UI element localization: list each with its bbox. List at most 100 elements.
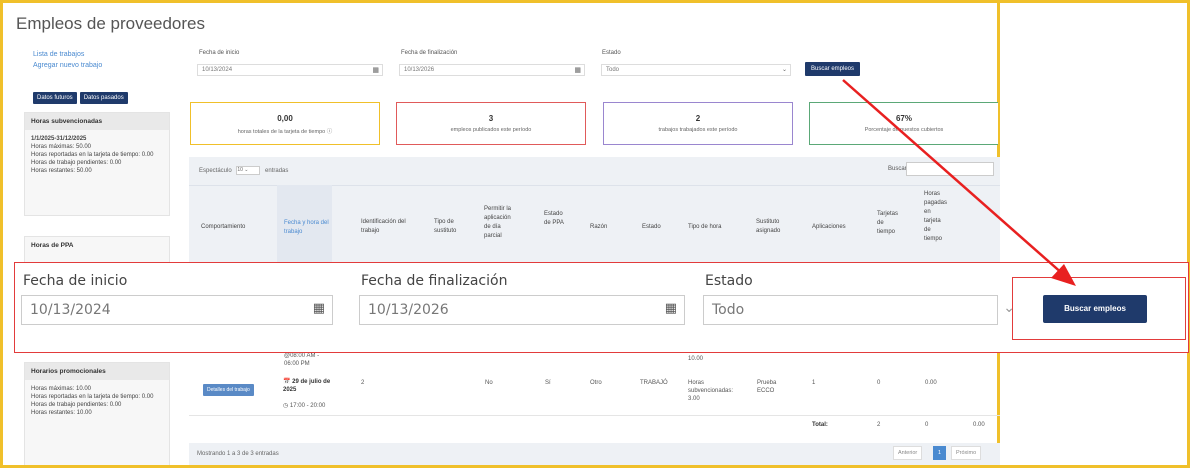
- cell-hour-type: Horas subvencionadas: 3.00: [688, 380, 734, 402]
- promo-pending: Horas de trabajo pendientes: 0.00: [31, 402, 122, 408]
- stat-label: Porcentaje de puestos cubiertos: [864, 127, 944, 133]
- state-label: Estado: [705, 273, 753, 289]
- subsidized-hours-box: Horas subvencionadas 1/1/2025-31/12/2025…: [24, 112, 170, 216]
- sidebar-buttons: Datos futuros Datos pasados: [33, 92, 128, 104]
- job-details-button[interactable]: Detalles del trabajo: [203, 384, 254, 396]
- cell-timecards: 0: [877, 380, 881, 386]
- end-date-input[interactable]: 10/13/2026 ▦: [359, 295, 685, 325]
- stat-value: 2: [695, 114, 701, 123]
- cell-partial: No: [485, 380, 493, 386]
- total-timecards: 2: [877, 422, 881, 428]
- ppa-hours-box: Horas de PPA: [24, 236, 170, 264]
- calendar-icon[interactable]: ▦: [574, 66, 581, 74]
- cell-job-id: 2: [361, 380, 365, 386]
- stat-card-jobs-worked: 2 trabajos trabajados este período: [603, 102, 793, 145]
- cell-state: TRABAJÓ: [640, 380, 668, 386]
- promo-hours-box: Horarios promocionales Horas máximas: 10…: [24, 362, 170, 466]
- col-date-time[interactable]: Fecha y hora del trabajo: [284, 219, 329, 237]
- state-value-small: Todo: [606, 67, 620, 73]
- chevron-down-icon: ⌄: [781, 67, 787, 73]
- stat-card-jobs-posted: 3 empleos publicados este período: [396, 102, 586, 145]
- col-job-id[interactable]: Identificación del trabajo: [361, 218, 411, 236]
- sidebar-link-add-job[interactable]: Agregar nuevo trabajo: [33, 60, 102, 71]
- total-paid: 0.00: [973, 422, 985, 428]
- start-date-input[interactable]: 10/13/2024 ▦: [21, 295, 333, 325]
- end-date-value-small: 10/13/2026: [404, 67, 435, 73]
- promo-max: Horas máximas: 10.00: [31, 386, 92, 392]
- subsidized-hours-dates: 1/1/2025-31/12/2025: [31, 136, 87, 142]
- cell-applications: 1: [812, 380, 816, 386]
- promo-hours-body: Horas máximas: 10.00 Horas reportadas en…: [25, 380, 169, 422]
- show-label: Espectáculo: [199, 168, 232, 175]
- info-icon[interactable]: ⓘ: [327, 129, 333, 135]
- page-title: Empleos de proveedores: [16, 14, 206, 33]
- table-search-input[interactable]: [906, 162, 994, 176]
- stat-value: 3: [488, 114, 494, 123]
- promo-hours-title: Horarios promocionales: [25, 363, 169, 380]
- subsidized-hours-body: 1/1/2025-31/12/2025 Horas máximas: 50.00…: [25, 130, 169, 180]
- entries-label: entradas: [265, 168, 289, 175]
- calendar-icon[interactable]: ▦: [665, 301, 677, 316]
- subsidized-hours-title: Horas subvencionadas: [25, 113, 169, 130]
- cell-hours-partial: 10.00: [688, 356, 704, 362]
- start-date-input-small[interactable]: 10/13/2024 ▦: [197, 64, 383, 76]
- total-label: Total:: [812, 422, 828, 428]
- col-hour-type[interactable]: Tipo de hora: [688, 223, 721, 232]
- state-label-small: Estado: [602, 50, 621, 56]
- total-apps: 0: [925, 422, 929, 428]
- start-date-value-small: 10/13/2024: [202, 67, 233, 73]
- stat-label: horas totales de la tarjeta de tiempo ⓘ: [237, 129, 333, 135]
- page-length-select[interactable]: 10 ⌄: [236, 166, 261, 175]
- stat-card-filled-percent: 67% Porcentaje de puestos cubiertos: [809, 102, 998, 145]
- col-behavior[interactable]: Comportamiento: [201, 223, 245, 232]
- past-data-button[interactable]: Datos pasados: [79, 92, 128, 104]
- stat-label: empleos publicados este período: [450, 127, 532, 133]
- end-date-label: Fecha de finalización: [361, 273, 508, 289]
- end-date-label-small: Fecha de finalización: [401, 50, 458, 56]
- end-date-input-small[interactable]: 10/13/2026 ▦: [399, 64, 585, 76]
- search-jobs-button[interactable]: Buscar empleos: [1043, 295, 1147, 323]
- future-data-button[interactable]: Datos futuros: [33, 92, 77, 104]
- start-date-label-small: Fecha de inicio: [199, 50, 240, 56]
- start-date-value: 10/13/2024: [30, 302, 111, 318]
- stat-value: 67%: [895, 114, 912, 123]
- cell-assigned[interactable]: Prueba ECCO: [757, 379, 791, 395]
- col-reason[interactable]: Razón: [590, 223, 607, 232]
- cell-reason: Otro: [590, 380, 602, 386]
- pagination-next[interactable]: Próximo: [951, 446, 982, 460]
- col-paid-hours[interactable]: Horas pagadas en tarjeta de tiempo: [924, 190, 948, 244]
- subsidized-remaining: Horas restantes: 50.00: [31, 168, 92, 174]
- col-partial-day[interactable]: Permitir la aplicación de día parcial: [484, 205, 518, 241]
- subsidized-pending: Horas de trabajo pendientes: 0.00: [31, 160, 122, 166]
- sidebar-link-job-list[interactable]: Lista de trabajos: [33, 49, 102, 60]
- col-state[interactable]: Estado: [642, 223, 661, 232]
- calendar-icon[interactable]: ▦: [372, 66, 379, 74]
- calendar-icon: 📅: [283, 379, 291, 385]
- zoomed-filter-panel: Fecha de inicio 10/13/2024 ▦ Fecha de fi…: [14, 262, 1189, 353]
- pagination-current[interactable]: 1: [933, 446, 947, 460]
- pagination-prev[interactable]: Anterior: [893, 446, 923, 460]
- ppa-hours-title: Horas de PPA: [25, 237, 169, 254]
- table-info: Mostrando 1 a 3 de 3 entradas: [197, 451, 279, 457]
- end-date-value: 10/13/2026: [368, 302, 449, 318]
- col-assigned-sub[interactable]: Sustituto asignado: [756, 218, 792, 236]
- col-ppa-state[interactable]: Estado de PPA: [544, 210, 564, 228]
- table-footer: [189, 443, 1000, 465]
- clock-icon: ◷: [283, 403, 289, 409]
- state-select-small[interactable]: Todo ⌄: [601, 64, 791, 76]
- search-jobs-button-small[interactable]: Buscar empleos: [805, 62, 861, 76]
- start-date-label: Fecha de inicio: [23, 273, 128, 289]
- state-select[interactable]: Todo ⌄: [703, 295, 1015, 325]
- subsidized-max: Horas máximas: 50.00: [31, 144, 92, 150]
- promo-remaining: Horas restantes: 10.00: [31, 410, 92, 416]
- col-applications[interactable]: Aplicaciones: [812, 223, 846, 232]
- col-timecards[interactable]: Tarjetas de tiempo: [877, 210, 903, 237]
- cell-time: ◷ 17:00 - 20:00: [283, 403, 326, 409]
- cell-ppa: Sí: [545, 380, 551, 386]
- sidebar-links: Lista de trabajos Agregar nuevo trabajo: [33, 49, 102, 71]
- calendar-icon[interactable]: ▦: [313, 301, 325, 316]
- total-divider: [189, 415, 1000, 416]
- subsidized-reported: Horas reportadas en la tarjeta de tiempo…: [31, 152, 154, 158]
- col-sub-type[interactable]: Tipo de sustituto: [434, 218, 464, 236]
- page-length-control: Espectáculo 10 ⌄ entradas: [199, 166, 288, 175]
